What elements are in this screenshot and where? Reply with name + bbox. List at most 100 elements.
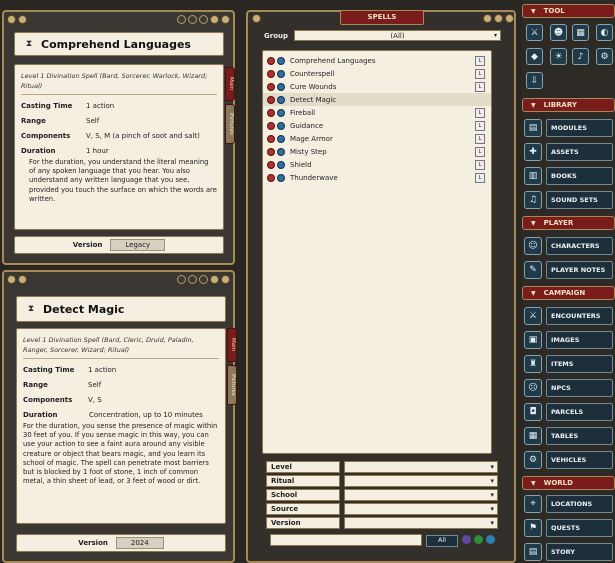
section-world[interactable]: ▼ WORLD — [522, 476, 615, 490]
music-icon[interactable]: ♪ — [572, 48, 589, 65]
section-library[interactable]: ▼ LIBRARY — [522, 98, 615, 112]
close-icon[interactable] — [221, 274, 230, 284]
link-icon[interactable]: L — [475, 146, 485, 157]
nav-assets[interactable]: ✚ ASSETS — [524, 142, 613, 162]
nav-vehicles[interactable]: ⚙ VEHICLES — [524, 450, 613, 470]
list-item[interactable]: Mage Armor L — [263, 132, 491, 145]
nav-encounters[interactable]: ⚔ ENCOUNTERS — [524, 306, 613, 326]
filter-select[interactable]: ▾ — [344, 461, 498, 473]
filter-all-button[interactable]: All — [426, 535, 458, 547]
list-item[interactable]: Misty Step L — [263, 145, 491, 158]
nav-parcels[interactable]: ◘ PARCELS — [524, 402, 613, 422]
party-sheet-icon[interactable]: ☻ — [550, 24, 567, 41]
dice-icon[interactable]: ◆ — [526, 48, 543, 65]
nav-player-notes[interactable]: ✎ PLAYER NOTES — [524, 260, 613, 280]
speak-icon[interactable] — [199, 274, 208, 284]
window-lock-icon[interactable] — [18, 14, 27, 24]
duration-value[interactable]: 1 hour — [86, 147, 109, 155]
help-icon[interactable] — [483, 14, 492, 23]
tab-pictures[interactable]: Pictures — [227, 365, 237, 405]
nav-images[interactable]: ▣ IMAGES — [524, 330, 613, 350]
casting-time-value[interactable]: 1 action — [88, 366, 116, 374]
link-icon[interactable]: L — [475, 133, 485, 144]
link-icon[interactable]: L — [475, 172, 485, 183]
filter-select[interactable]: ▾ — [344, 503, 498, 515]
filter-icon[interactable] — [462, 535, 471, 544]
colors-icon[interactable]: ◐ — [596, 24, 613, 41]
share-icon[interactable] — [177, 14, 186, 24]
link-icon[interactable]: L — [475, 81, 485, 92]
link-icon[interactable]: L — [475, 120, 485, 131]
link-icon[interactable]: L — [475, 107, 485, 118]
nav-items[interactable]: ♜ ITEMS — [524, 354, 613, 374]
list-item[interactable]: Guidance L — [263, 119, 491, 132]
spell-link-icon[interactable]: ⧗ — [23, 38, 35, 50]
components-value[interactable]: V, S, M (a pinch of soot and salt) — [86, 132, 200, 140]
close-icon[interactable] — [221, 14, 230, 24]
components-value[interactable]: V, S — [88, 396, 102, 404]
minimize-icon[interactable] — [210, 274, 219, 284]
combat-tracker-icon[interactable]: ⚔ — [526, 24, 543, 41]
minimize-icon[interactable] — [210, 14, 219, 24]
nav-modules[interactable]: ▤ MODULES — [524, 118, 613, 138]
range-value[interactable]: Self — [86, 117, 99, 125]
nav-sound-sets[interactable]: ♫ SOUND SETS — [524, 190, 613, 210]
list-item[interactable]: Detect Magic — [263, 93, 491, 106]
nav-locations[interactable]: ⌖ LOCATIONS — [524, 494, 613, 514]
casting-time-value[interactable]: 1 action — [86, 102, 114, 110]
window-titlebar[interactable] — [4, 12, 233, 26]
filter-select[interactable]: ▾ — [344, 489, 498, 501]
link-icon[interactable]: L — [475, 159, 485, 170]
edit-icon[interactable] — [486, 535, 495, 544]
list-item[interactable]: Fireball L — [263, 106, 491, 119]
section-tool[interactable]: ▼ TOOL — [522, 4, 615, 18]
close-icon[interactable] — [505, 14, 514, 23]
nav-books[interactable]: ▥ BOOKS — [524, 166, 613, 186]
window-lock-icon[interactable] — [18, 274, 27, 284]
export-icon[interactable]: ⇩ — [526, 72, 543, 89]
spell-link-icon[interactable]: ⧗ — [25, 303, 37, 315]
share-icon[interactable] — [177, 274, 186, 284]
window-titlebar[interactable] — [4, 272, 233, 286]
section-campaign[interactable]: ▼ CAMPAIGN — [522, 286, 615, 300]
spell-description[interactable]: For the duration, you understand the lit… — [21, 158, 217, 204]
link-icon[interactable] — [188, 14, 197, 24]
search-input[interactable] — [270, 534, 422, 546]
link-icon[interactable]: L — [475, 55, 485, 66]
settings-icon[interactable]: ⚙ — [596, 48, 613, 65]
section-player[interactable]: ▼ PLAYER — [522, 216, 615, 230]
tab-pictures[interactable]: Pictures — [225, 104, 235, 144]
speak-icon[interactable] — [199, 14, 208, 24]
minimize-icon[interactable] — [494, 14, 503, 23]
nav-story[interactable]: ▤ STORY — [524, 542, 613, 562]
list-item[interactable]: Comprehend Languages L — [263, 54, 491, 67]
filter-select[interactable]: ▾ — [344, 475, 498, 487]
nav-characters[interactable]: ☺ CHARACTERS — [524, 236, 613, 256]
link-icon[interactable] — [188, 274, 197, 284]
tab-main[interactable]: Main — [227, 328, 237, 362]
list-item[interactable]: Counterspell L — [263, 67, 491, 80]
version-value[interactable]: Legacy — [110, 239, 166, 251]
filter-select[interactable]: ▾ — [344, 517, 498, 529]
duration-value[interactable]: Concentration, up to 10 minutes — [89, 411, 203, 419]
list-item[interactable]: Thunderwave L — [263, 171, 491, 184]
books-icon: ▥ — [524, 167, 542, 185]
window-menu-icon[interactable] — [7, 274, 16, 284]
spell-description[interactable]: For the duration, you sense the presence… — [23, 422, 219, 486]
nav-quests[interactable]: ⚑ QUESTS — [524, 518, 613, 538]
list-item[interactable]: Shield L — [263, 158, 491, 171]
list-item[interactable]: Cure Wounds L — [263, 80, 491, 93]
lighting-icon[interactable]: ☀ — [550, 48, 567, 65]
range-value[interactable]: Self — [88, 381, 101, 389]
calendar-icon[interactable]: ▦ — [572, 24, 589, 41]
window-menu-icon[interactable] — [7, 14, 16, 24]
tab-main[interactable]: Main — [225, 67, 235, 101]
version-value[interactable]: 2024 — [115, 537, 164, 549]
locations-icon: ⌖ — [524, 495, 542, 513]
add-icon[interactable] — [474, 535, 483, 544]
window-menu-icon[interactable] — [252, 14, 261, 23]
group-select[interactable]: (All) ▾ — [294, 30, 501, 41]
nav-npcs[interactable]: ☹ NPCS — [524, 378, 613, 398]
link-icon[interactable]: L — [475, 68, 485, 79]
nav-tables[interactable]: ▦ TABLES — [524, 426, 613, 446]
